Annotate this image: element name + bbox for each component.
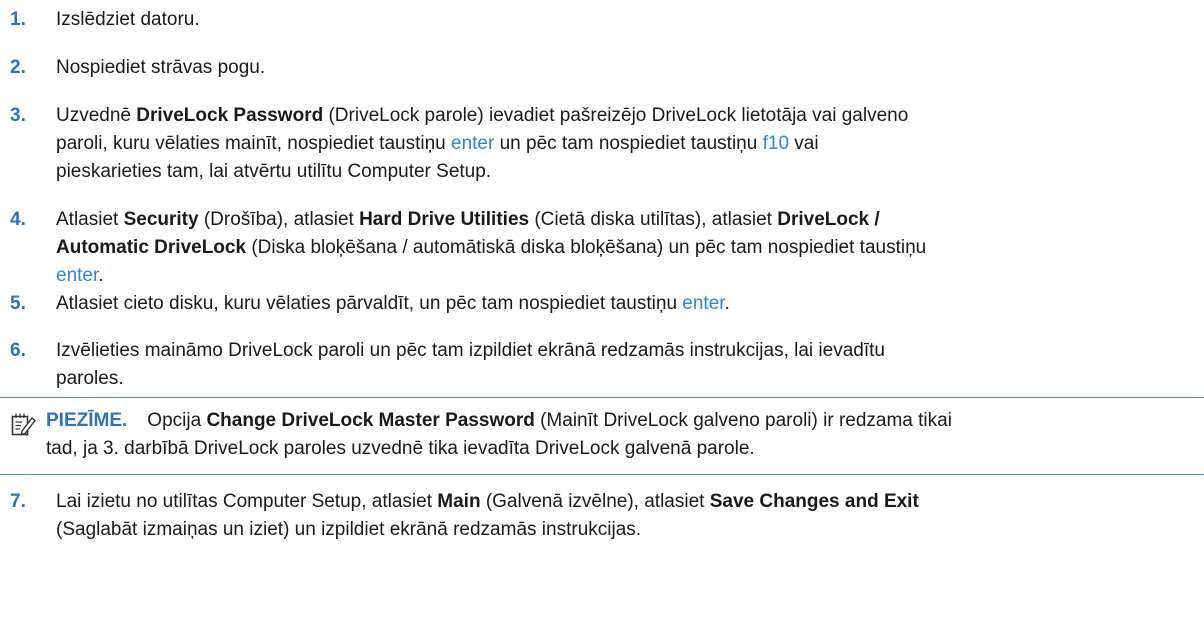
note-label: PIEZĪME. xyxy=(46,410,128,431)
key-name: enter xyxy=(682,293,725,314)
text-run: Lai izietu no utilītas Computer Setup, a… xyxy=(56,491,438,512)
step-line: Atlasiet cieto disku, kuru vēlaties pārv… xyxy=(56,290,1196,318)
text-run: (Cietā diska utilītas), atlasiet xyxy=(529,209,778,230)
text-run: Atlasiet cieto disku, kuru vēlaties pārv… xyxy=(56,293,683,314)
step-text-line: Nospiediet strāvas pogu. xyxy=(56,57,266,78)
key-name: enter xyxy=(451,133,495,154)
step-line: Atlasiet Security (Drošība), atlasiet Ha… xyxy=(56,206,1196,234)
note-text: PIEZĪME. Opcija Change DriveLock Master P… xyxy=(46,407,1200,463)
step-line: enter. xyxy=(56,262,1196,290)
text-run: Atlasiet xyxy=(56,209,124,230)
text-run: Uzvednē xyxy=(56,105,137,126)
note-line: tad, ja 3. darbībā DriveLock paroles uzv… xyxy=(46,438,755,459)
bold-term: Automatic DriveLock xyxy=(56,237,247,258)
step-number: 5. xyxy=(10,293,26,314)
text-run: pieskarieties tam, lai atvērtu utilītu C… xyxy=(56,161,492,182)
note-pencil-icon xyxy=(11,413,36,436)
text-run: vai xyxy=(789,133,819,154)
step-line: (Saglabāt izmaiņas un iziet) un izpildie… xyxy=(56,519,642,540)
text-run: (Drošība), atlasiet xyxy=(198,209,360,230)
bold-term: Change DriveLock Master Password xyxy=(206,410,535,431)
bold-term: Main xyxy=(437,491,481,512)
note-line: PIEZĪME. Opcija Change DriveLock Master P… xyxy=(46,407,1200,435)
text-run: (Galvenā izvēlne), atlasiet xyxy=(480,491,710,512)
step-number: 2. xyxy=(10,57,26,78)
text-run: (Mainīt DriveLock galveno paroli) ir red… xyxy=(534,410,952,431)
step-line: Izvēlieties maināmo DriveLock paroli un … xyxy=(56,340,885,361)
step-line: pieskarieties tam, lai atvērtu utilītu C… xyxy=(56,158,1196,186)
step-line: paroli, kuru vēlaties mainīt, nospiediet… xyxy=(56,130,1196,158)
step-number: 1. xyxy=(10,9,26,30)
key-name: enter xyxy=(56,265,99,286)
key-name: f10 xyxy=(762,133,790,154)
bold-term: Security xyxy=(123,209,199,230)
bold-term: DriveLock Password xyxy=(136,105,324,126)
step-text: Izslēdziet datoru. xyxy=(56,6,1196,34)
step-text: Izvēlieties maināmo DriveLock paroli un … xyxy=(56,337,1196,393)
step-line: paroles. xyxy=(56,368,124,389)
step-number: 6. xyxy=(10,340,26,361)
text-run: (DriveLock parole) ievadiet pašreizējo D… xyxy=(323,105,909,126)
bold-term: Hard Drive Utilities xyxy=(359,209,530,230)
step-number: 7. xyxy=(10,491,26,512)
text-run: un pēc tam nospiediet taustiņu xyxy=(494,133,763,154)
step-text: Lai izietu no utilītas Computer Setup, a… xyxy=(56,488,1196,544)
step-number: 4. xyxy=(10,209,26,230)
text-run: . xyxy=(98,265,104,286)
bold-term: Save Changes and Exit xyxy=(709,491,919,512)
step-number: 3. xyxy=(10,105,26,126)
note-box: PIEZĪME. Opcija Change DriveLock Master P… xyxy=(0,397,1204,475)
text-run: (Diska bloķēšana / automātiskā diska blo… xyxy=(246,237,927,258)
text-run: . xyxy=(724,293,730,314)
step-text-line: Izslēdziet datoru. xyxy=(56,9,200,30)
step-text: Atlasiet Security (Drošība), atlasiet Ha… xyxy=(56,206,1196,290)
step-text: Uzvednē DriveLock Password (DriveLock pa… xyxy=(56,102,1196,186)
text-run: paroli, kuru vēlaties mainīt, nospiediet… xyxy=(56,133,451,154)
step-text: Atlasiet cieto disku, kuru vēlaties pārv… xyxy=(56,290,1196,318)
step-line: Automatic DriveLock (Diska bloķēšana / a… xyxy=(56,234,1196,262)
bold-term: DriveLock / xyxy=(777,209,880,230)
text-run: Opcija xyxy=(147,410,207,431)
step-text: Nospiediet strāvas pogu. xyxy=(56,54,1196,82)
step-line: Lai izietu no utilītas Computer Setup, a… xyxy=(56,488,1196,516)
step-line: Uzvednē DriveLock Password (DriveLock pa… xyxy=(56,102,1196,130)
